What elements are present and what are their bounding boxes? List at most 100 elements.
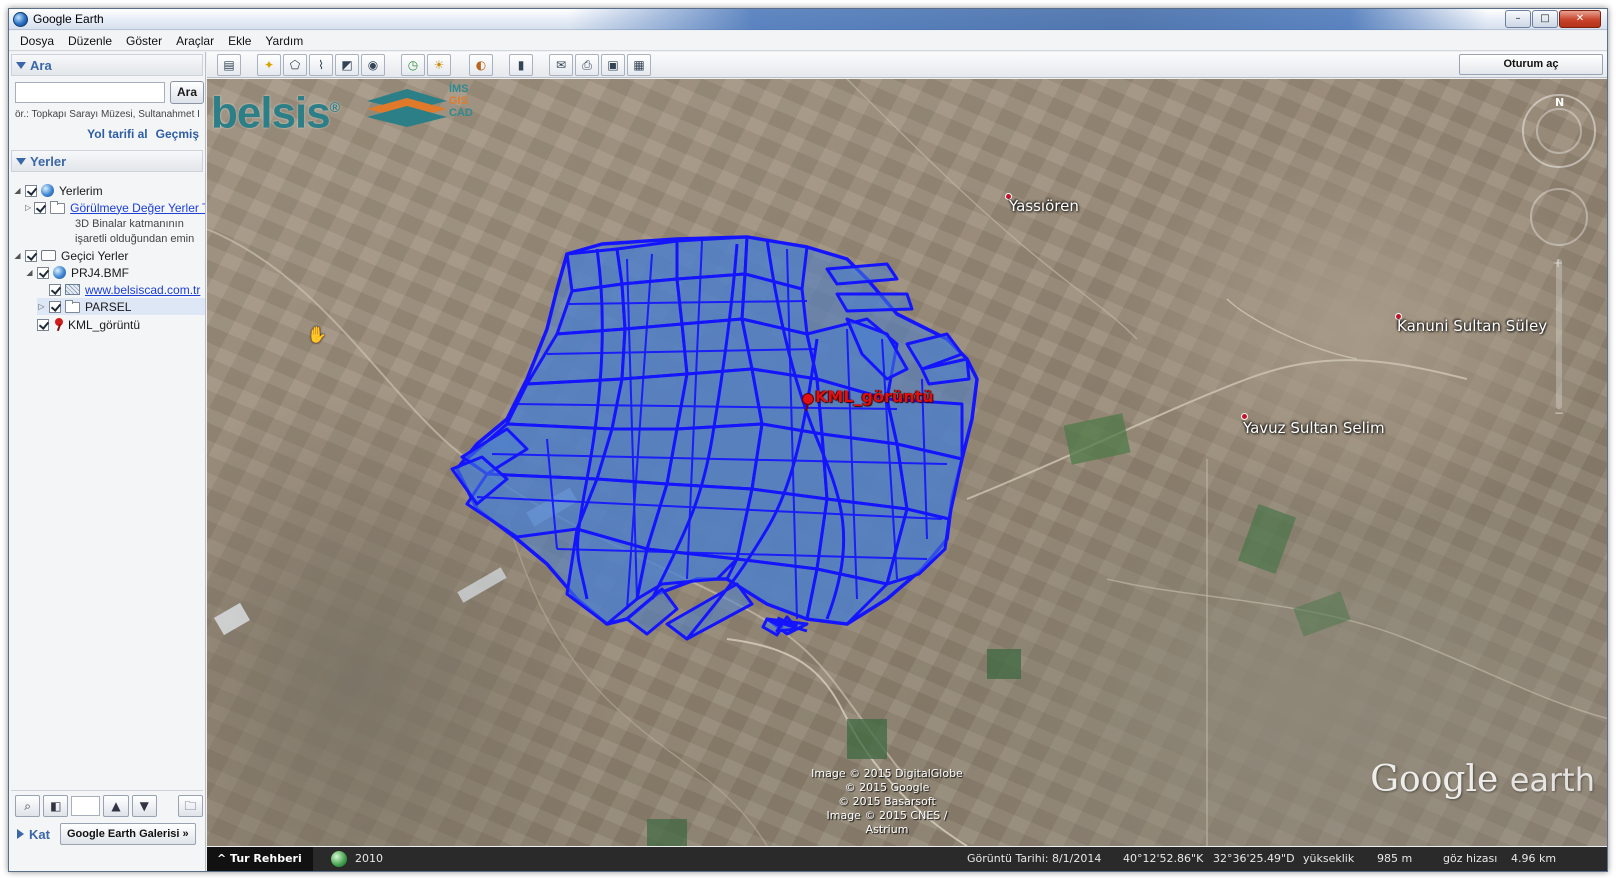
kml-pushpin-icon[interactable] — [801, 393, 815, 411]
menu-yardim[interactable]: Yardım — [258, 34, 310, 48]
search-places-button[interactable]: ⌕ — [15, 794, 41, 817]
checkbox[interactable] — [49, 300, 61, 313]
collapse-arrow-icon — [16, 157, 26, 165]
add-placemark-button[interactable]: ✦ — [257, 54, 281, 76]
checkbox[interactable] — [25, 249, 37, 262]
place-label-yavuz[interactable]: Yavuz Sultan Selim — [1243, 419, 1385, 437]
layers-header[interactable]: Kat — [17, 827, 50, 842]
earth-gallery-button[interactable]: Google Earth Galerisi » — [59, 823, 196, 845]
belsis-layers-icon — [367, 89, 447, 127]
historical-imagery-button[interactable]: ◷ — [401, 54, 425, 76]
eye-altitude-label: göz hizası — [1443, 852, 1498, 865]
directions-link[interactable]: Yol tarifi al — [87, 127, 147, 141]
parcel-layer[interactable] — [207, 79, 1607, 846]
panel-view-button[interactable]: ◧ — [43, 794, 69, 817]
add-overlay-button[interactable]: ◩ — [335, 54, 359, 76]
expand-down-icon[interactable]: ◢ — [13, 251, 22, 260]
expand-right-icon[interactable]: ▷ — [25, 203, 31, 212]
compass-north-label: N — [1555, 96, 1564, 109]
title-bar[interactable]: Google Earth – □ ✕ — [9, 9, 1607, 30]
parcel[interactable] — [820, 432, 909, 511]
expand-down-icon[interactable]: ◢ — [13, 186, 22, 195]
elevation-value: 985 m — [1377, 852, 1413, 865]
add-folder-button[interactable]: 🗀 — [177, 794, 203, 817]
close-button[interactable]: ✕ — [1559, 10, 1601, 28]
imagery-copyright: Image © 2015 DigitalGlobe © 2015 Google … — [807, 767, 967, 837]
save-image-button[interactable]: ▣ — [601, 54, 625, 76]
tree-item-sightseeing[interactable]: ▷ Görülmeye Değer Yerler T — [25, 199, 205, 216]
zoom-in-icon[interactable]: + — [1553, 256, 1563, 270]
tree-item-temporary-places[interactable]: ◢ Geçici Yerler — [13, 247, 128, 264]
maximize-button[interactable]: □ — [1532, 10, 1558, 28]
checkbox[interactable] — [34, 201, 47, 214]
parcel[interactable] — [825, 262, 899, 286]
tree-item-link[interactable]: www.belsiscad.com.tr — [85, 283, 200, 297]
tour-guide-button[interactable]: ^ Tur Rehberi — [207, 847, 313, 871]
checkbox[interactable] — [25, 184, 37, 197]
parcel[interactable] — [680, 317, 754, 376]
ruler-button[interactable]: ▮ — [509, 54, 533, 76]
logo-sub-cad: CAD — [449, 107, 473, 119]
expand-right-icon[interactable]: ▷ — [37, 302, 46, 311]
search-hint: ör.: Topkapı Sarayı Müzesi, Sultanahmet … — [15, 109, 200, 120]
menu-araclar[interactable]: Araçlar — [169, 34, 221, 48]
belsis-wordmark: belsis — [211, 88, 331, 138]
expand-down-icon[interactable]: ◢ — [25, 268, 34, 277]
parcel[interactable] — [615, 239, 679, 286]
planet-icon: ◐ — [475, 58, 487, 72]
checkbox[interactable] — [37, 266, 49, 279]
checkbox[interactable] — [49, 283, 61, 296]
longitude-readout: 32°36'25.49"D — [1213, 852, 1295, 865]
move-down-button[interactable]: ▼ — [131, 794, 157, 817]
tour-record-icon: ◉ — [367, 58, 379, 72]
parcel[interactable] — [835, 292, 914, 313]
search-input[interactable] — [15, 82, 165, 103]
tree-item-kml[interactable]: KML_görüntü — [37, 316, 140, 333]
places-toolbar: ⌕ ◧ ▲ ▼ 🗀 — [11, 790, 203, 820]
path-icon: ⌇ — [318, 58, 324, 72]
places-filter-field[interactable] — [71, 795, 101, 816]
tree-item-yerlerim[interactable]: ◢ Yerlerim — [13, 182, 102, 199]
menu-goster[interactable]: Göster — [119, 34, 169, 48]
kml-placemark-label[interactable]: KML_görüntü — [815, 387, 934, 406]
tree-item-prj4[interactable]: ◢ PRJ4.BMF — [25, 264, 129, 281]
menu-dosya[interactable]: Dosya — [13, 34, 61, 48]
tree-item-parsel[interactable]: ▷ PARSEL — [37, 298, 205, 315]
window-controls: – □ ✕ — [1505, 10, 1601, 28]
record-tour-button[interactable]: ◉ — [361, 54, 385, 76]
checkbox[interactable] — [37, 318, 49, 331]
zoom-out-icon[interactable]: − — [1554, 406, 1564, 419]
add-polygon-button[interactable]: ⬠ — [283, 54, 307, 76]
switch-planet-button[interactable]: ◐ — [469, 54, 493, 76]
sidebar-toggle-button[interactable]: ▤ — [217, 54, 241, 76]
move-up-button[interactable]: ▲ — [103, 794, 129, 817]
save-image-icon: ▣ — [607, 58, 619, 72]
history-link[interactable]: Geçmiş — [156, 127, 199, 141]
places-panel-header[interactable]: Yerler — [11, 150, 203, 172]
globe-icon — [41, 184, 54, 197]
sign-in-button[interactable]: Oturum aç — [1459, 54, 1603, 75]
parcel[interactable] — [610, 372, 689, 431]
email-icon: ✉ — [555, 58, 567, 72]
historical-imagery-icon[interactable] — [331, 851, 347, 867]
move-ring[interactable] — [1530, 188, 1588, 246]
search-header-label: Ara — [30, 57, 52, 73]
view-in-maps-button[interactable]: ▦ — [627, 54, 651, 76]
sunlight-button[interactable]: ☀ — [427, 54, 451, 76]
search-button[interactable]: Ara — [170, 81, 204, 104]
earth-3d-view[interactable]: belsis® İMS GIS CAD Yassıören Kanuni Sul… — [207, 79, 1607, 846]
menu-duzenle[interactable]: Düzenle — [61, 34, 119, 48]
zoom-slider[interactable] — [1556, 259, 1562, 409]
add-path-button[interactable]: ⌇ — [309, 54, 333, 76]
search-panel-header[interactable]: Ara — [11, 54, 203, 76]
tree-item-link[interactable]: Görülmeye Değer Yerler T — [70, 201, 205, 215]
print-button[interactable]: ⎙ — [575, 54, 599, 76]
email-button[interactable]: ✉ — [549, 54, 573, 76]
minimize-button[interactable]: – — [1505, 10, 1531, 28]
place-label-yassioren[interactable]: Yassıören — [1009, 197, 1079, 215]
tree-item-belsiscad-link[interactable]: www.belsiscad.com.tr — [49, 281, 200, 298]
tree-item-label: KML_görüntü — [68, 317, 141, 332]
navigation-controls[interactable]: N + − — [1519, 89, 1599, 419]
parcel[interactable] — [665, 422, 764, 491]
menu-ekle[interactable]: Ekle — [221, 34, 258, 48]
